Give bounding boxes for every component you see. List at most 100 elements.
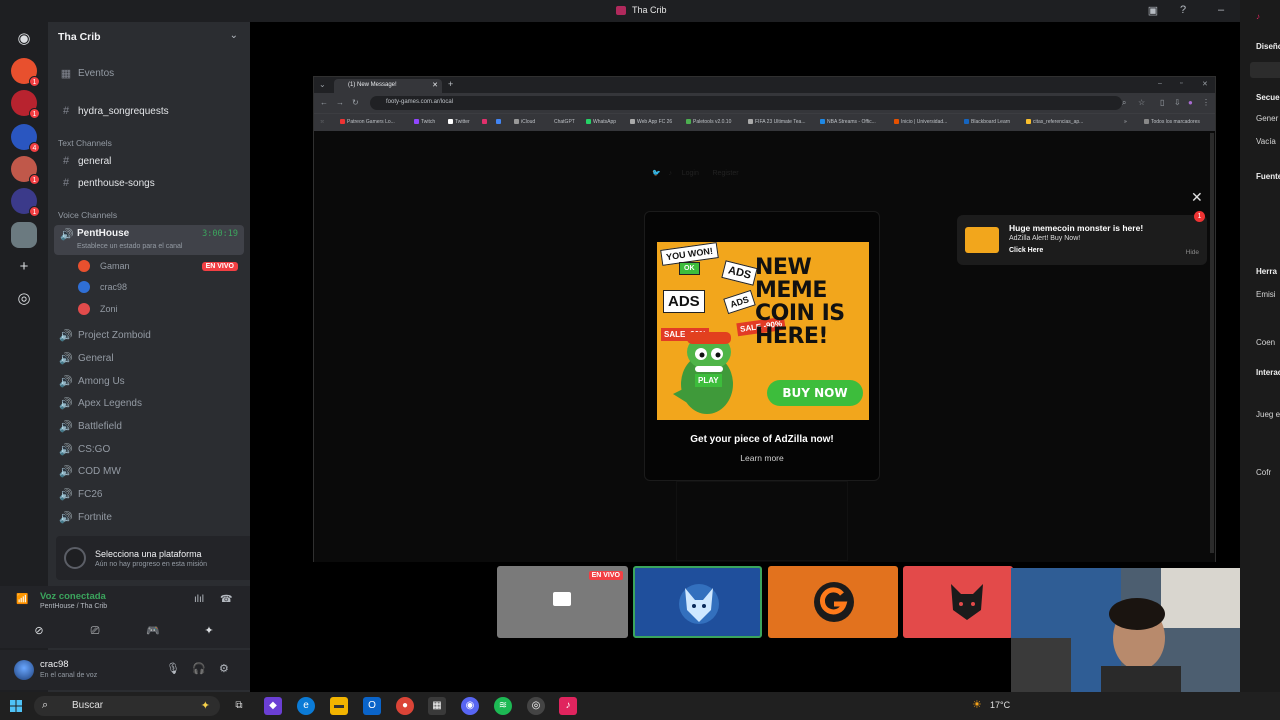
bookmark[interactable]: Paletools v2.0.10: [686, 119, 731, 125]
store-icon[interactable]: ▦: [428, 697, 446, 715]
reload-icon[interactable]: ↻: [352, 98, 359, 107]
minimize-icon[interactable]: –: [1214, 4, 1228, 18]
add-server-icon[interactable]: +: [11, 254, 37, 280]
events-item[interactable]: ▦ Eventos: [58, 64, 114, 82]
panel-item[interactable]: Emisi: [1256, 290, 1276, 299]
file-explorer-icon[interactable]: ▬: [330, 697, 348, 715]
channel-item[interactable]: # penthouse-songs: [58, 174, 155, 192]
bookmark[interactable]: FIFA 23 Ultimate Tea...: [748, 119, 806, 125]
copilot-icon[interactable]: ◆: [264, 697, 282, 715]
learn-more-link[interactable]: Learn more: [645, 453, 879, 463]
bookmark-icon[interactable]: [482, 119, 489, 125]
ad-image[interactable]: YOU WON! OK ADS ADS ADS SALE -90% SALE -…: [657, 242, 869, 420]
back-icon[interactable]: ←: [320, 98, 328, 107]
buy-now-button[interactable]: BUY NOW: [767, 380, 863, 406]
category-text-channels[interactable]: Text Channels: [58, 138, 112, 148]
taskbar-search[interactable]: ⌕ Buscar ✦: [34, 696, 220, 716]
voice-channel-item[interactable]: 🔊 General: [58, 349, 113, 367]
downloads-icon[interactable]: ⇩: [1174, 98, 1181, 107]
participant-tile[interactable]: [633, 566, 762, 638]
soundboard-button[interactable]: ✦: [184, 620, 234, 642]
bookmark-icon[interactable]: [496, 119, 503, 125]
chrome-icon[interactable]: ●: [396, 697, 414, 715]
activity-button[interactable]: 🎮: [128, 620, 178, 642]
twitter-icon[interactable]: 🐦: [652, 170, 661, 177]
outlook-icon[interactable]: O: [363, 697, 381, 715]
avatar[interactable]: [14, 660, 34, 680]
disconnect-icon[interactable]: ☎: [220, 594, 232, 605]
headphones-icon[interactable]: 🎧: [192, 662, 206, 675]
close-icon[interactable]: ✕: [1202, 80, 1208, 88]
category-voice-channels[interactable]: Voice Channels: [58, 210, 117, 220]
noise-suppression-icon[interactable]: ılıl: [194, 594, 204, 605]
help-icon[interactable]: ?: [1176, 4, 1190, 18]
browser-tab[interactable]: (1) New Message! ✕: [334, 79, 442, 93]
star-icon[interactable]: ☆: [1138, 98, 1145, 107]
voice-channel-active[interactable]: 🔊 PentHouse Establece un estado para el …: [54, 225, 244, 255]
search-icon[interactable]: ⌕: [1122, 98, 1126, 108]
server-icon[interactable]: 4: [11, 124, 40, 153]
bookmark[interactable]: ChatGPT: [554, 119, 575, 125]
login-link[interactable]: Login: [682, 170, 699, 177]
voice-channel-item[interactable]: 🔊 Fortnite: [58, 508, 112, 526]
apps-icon[interactable]: ⁙: [320, 119, 324, 125]
spotify-icon[interactable]: ≋: [494, 697, 512, 715]
bookmark[interactable]: Patreon Gamers Lo...: [340, 119, 395, 125]
close-icon[interactable]: ✕: [432, 81, 438, 89]
profile-icon[interactable]: ●: [1188, 98, 1193, 107]
voice-status[interactable]: Voz conectada: [40, 591, 106, 602]
chevron-right-icon[interactable]: »: [1124, 119, 1127, 125]
panel-item[interactable]: Gener: [1256, 114, 1278, 123]
camera-off-button[interactable]: ⊘: [14, 620, 64, 642]
channel-item[interactable]: # hydra_songrequests: [58, 102, 169, 120]
ad-popup[interactable]: YOU WON! OK ADS ADS ADS SALE -90% SALE -…: [644, 211, 880, 481]
minimize-icon[interactable]: –: [1158, 80, 1162, 87]
discord-home-icon[interactable]: ◉: [11, 26, 37, 52]
register-link[interactable]: Register: [713, 170, 739, 177]
new-tab-icon[interactable]: +: [448, 79, 453, 89]
user-name[interactable]: crac98: [40, 659, 69, 670]
voice-user[interactable]: Gaman: [78, 257, 130, 275]
discover-icon[interactable]: ◎: [11, 286, 37, 312]
participant-tile[interactable]: [903, 566, 1013, 638]
obs-icon[interactable]: ◎: [527, 697, 545, 715]
microphone-icon[interactable]: 🎙: [166, 662, 180, 675]
panel-item[interactable]: Vacía: [1256, 137, 1276, 146]
menu-icon[interactable]: ⋮: [1202, 98, 1210, 107]
panel-item[interactable]: Coen: [1256, 338, 1275, 347]
panel-item[interactable]: Cofr: [1256, 468, 1271, 477]
windows-start-icon[interactable]: [10, 700, 22, 712]
voice-channel-item[interactable]: 🔊 Apex Legends: [58, 394, 142, 412]
participant-tile[interactable]: [768, 566, 898, 638]
address-bar[interactable]: footy-games.com.ar/local: [370, 96, 1122, 110]
extensions-icon[interactable]: ▯: [1160, 98, 1164, 107]
server-icon[interactable]: 1: [11, 90, 40, 119]
voice-user[interactable]: Zoni: [78, 300, 118, 318]
bookmark[interactable]: WhatsApp: [586, 119, 616, 125]
voice-channel-item[interactable]: 🔊 COD MW: [58, 462, 121, 480]
bookmark[interactable]: Web App FC 26: [630, 119, 672, 125]
voice-channel-item[interactable]: 🔊 FC26: [58, 485, 102, 503]
tiktok-live-icon[interactable]: ♪: [559, 697, 577, 715]
gear-icon[interactable]: ⚙: [219, 662, 229, 675]
bookmark[interactable]: citas_referencias_ap...: [1026, 119, 1083, 125]
browser-scrollbar[interactable]: [1210, 133, 1214, 553]
all-bookmarks[interactable]: Todos los marcadores: [1144, 119, 1200, 125]
server-icon-tha-crib[interactable]: [11, 222, 37, 248]
forward-icon[interactable]: →: [336, 98, 344, 107]
close-icon[interactable]: ✕: [1191, 189, 1203, 206]
server-icon[interactable]: 1: [11, 58, 40, 87]
bookmark[interactable]: NBA Streams - Offic...: [820, 119, 876, 125]
voice-channel-item[interactable]: 🔊 Among Us: [58, 372, 125, 390]
panel-item[interactable]: Jueg equ: [1256, 410, 1280, 419]
push-notification[interactable]: Huge memecoin monster is here! AdZilla A…: [957, 211, 1207, 265]
bookmark[interactable]: Twitch: [414, 119, 435, 125]
discord-icon[interactable]: ◉: [461, 697, 479, 715]
tiktok-icon[interactable]: ♪: [669, 170, 673, 177]
edge-icon[interactable]: e: [297, 697, 315, 715]
voice-channel-item[interactable]: 🔊 Project Zomboid: [58, 326, 151, 344]
voice-status-hint[interactable]: Establece un estado para el canal: [77, 243, 182, 250]
voice-channel-item[interactable]: 🔊 Battlefield: [58, 417, 122, 435]
bookmark[interactable]: iCloud: [514, 119, 535, 125]
voice-channel-item[interactable]: 🔊 CS:GO: [58, 440, 110, 458]
